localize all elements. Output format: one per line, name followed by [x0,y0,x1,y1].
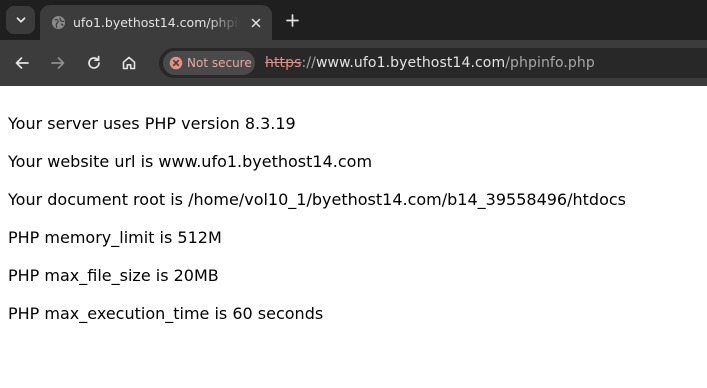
tab-strip: ufo1.byethost14.com/phpinfo.php [0,0,707,40]
close-icon [251,18,261,28]
chevron-down-icon [16,17,25,23]
arrow-right-icon [51,57,65,69]
globe-icon [51,15,66,30]
url-text[interactable]: https://www.ufo1.byethost14.com/phpinfo.… [265,53,595,73]
document-root-line: Your document root is /home/vol10_1/byet… [8,190,626,209]
warning-icon [169,56,183,70]
memory-limit-line: PHP memory_limit is 512M [8,228,222,247]
reload-icon [88,55,100,69]
arrow-left-icon [15,57,29,69]
not-secure-label: Not secure [187,56,252,70]
page-content: Your server uses PHP version 8.3.19 Your… [0,86,707,388]
reload-button[interactable] [82,51,106,75]
max-execution-time-line: PHP max_execution_time is 60 seconds [8,304,324,323]
url-path: /phpinfo.php [505,55,595,71]
max-file-size-line: PHP max_file_size is 20MB [8,266,219,285]
home-button[interactable] [117,51,141,75]
php-version-line: Your server uses PHP version 8.3.19 [8,114,296,133]
address-bar[interactable]: Not secure https://www.ufo1.byethost14.c… [159,48,707,78]
url-scheme: https [265,55,302,71]
home-icon [122,56,136,70]
url-separator: :// [301,55,316,71]
plus-icon [285,13,299,27]
url-host: www.ufo1.byethost14.com [316,55,506,71]
browser-toolbar: Not secure https://www.ufo1.byethost14.c… [0,40,707,86]
back-button[interactable] [10,51,34,75]
new-tab-button[interactable] [280,8,304,32]
active-tab[interactable]: ufo1.byethost14.com/phpinfo.php [40,5,272,40]
tab-title: ufo1.byethost14.com/phpinfo.php [73,15,241,30]
forward-button[interactable] [46,51,70,75]
tab-search-button[interactable] [6,6,35,34]
website-url-line: Your website url is www.ufo1.byethost14.… [8,152,373,171]
tab-close-button[interactable] [247,14,265,32]
